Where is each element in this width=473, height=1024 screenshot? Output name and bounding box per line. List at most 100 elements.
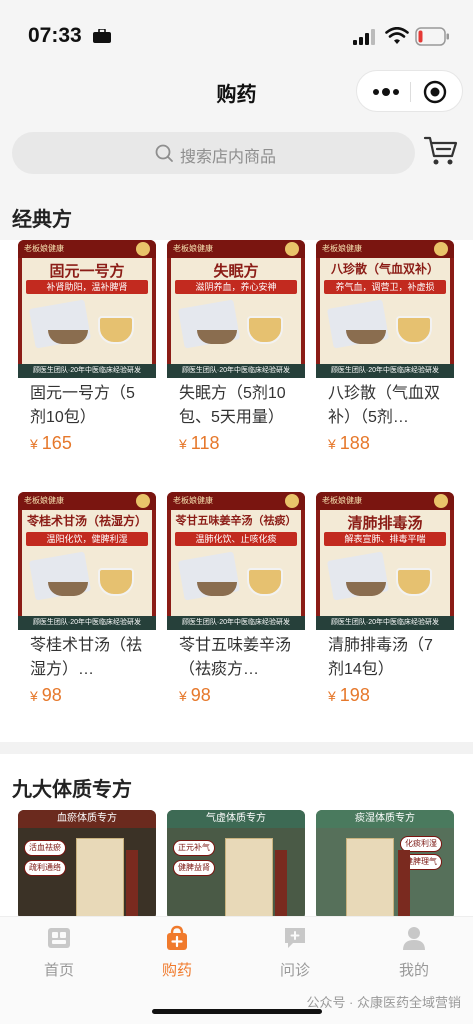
tab-home[interactable]: 首页 [19, 925, 99, 980]
product-image-subtitle: 温肺化饮、止咳化痰 [175, 532, 297, 546]
brand-logo: 老板娘健康 [173, 244, 213, 253]
medicine-box-icon [346, 838, 394, 920]
product-card[interactable]: 老板娘健康 失眠方 滋阴养血，养心安神 顾医生团队·20年中医临床经验研发 失眠… [167, 240, 305, 466]
medicine-bottle-icon [398, 850, 410, 920]
search-icon [155, 144, 173, 162]
product-image: 老板娘健康 清肺排毒汤 解表宣肺、排毒平喘 顾医生团队·20年中医临床经验研发 [316, 492, 454, 630]
constitution-card-header: 血瘀体质专方 [18, 810, 156, 828]
tea-cup-icon [247, 568, 283, 596]
medicine-bottle-icon [275, 850, 287, 920]
product-image: 老板娘健康 失眠方 滋阴养血，养心安神 顾医生团队·20年中医临床经验研发 [167, 240, 305, 378]
product-price: ¥188 [328, 433, 370, 453]
tab-label: 我的 [398, 962, 429, 979]
product-name: 苓甘五味姜辛汤（祛痰方… [179, 637, 292, 678]
tea-cup-icon [247, 316, 283, 344]
brand-logo: 老板娘健康 [24, 496, 64, 505]
product-image-footer: 顾医生团队·20年中医临床经验研发 [316, 364, 454, 378]
tea-cup-icon [98, 568, 134, 596]
product-name: 八珍散（气血双补）（5剂… [328, 385, 441, 426]
cart-icon[interactable] [423, 134, 459, 168]
product-card[interactable]: 老板娘健康 清肺排毒汤 解表宣肺、排毒平喘 顾医生团队·20年中医临床经验研发 … [316, 492, 454, 718]
search-input[interactable]: 搜索店内商品 [12, 132, 415, 174]
product-image-footer: 顾医生团队·20年中医临床经验研发 [316, 616, 454, 630]
battery-icon [415, 27, 449, 46]
product-image-subtitle: 滋阴养血，养心安神 [175, 280, 297, 294]
product-price: ¥98 [179, 685, 211, 705]
badge-icon [136, 494, 150, 508]
product-price: ¥165 [30, 433, 72, 453]
constitution-card[interactable]: 血瘀体质专方 活血祛瘀 疏利通络 [18, 810, 156, 920]
watermark: 公众号 · 众康医药全域营销 [306, 995, 461, 1010]
product-name: 苓桂术甘汤（祛湿方）… [30, 637, 143, 678]
product-image-footer: 顾医生团队·20年中医临床经验研发 [18, 616, 156, 630]
constitution-tag: 健脾益肾 [173, 860, 215, 876]
section-title-classic: 经典方 [12, 209, 72, 231]
section-divider [0, 742, 473, 754]
product-name: 清肺排毒汤（7剂14包） [328, 637, 433, 678]
home-indicator [152, 1009, 322, 1014]
badge-icon [285, 242, 299, 256]
constitution-card[interactable]: 气虚体质专方 正元补气 健脾益肾 [167, 810, 305, 920]
tab-label: 首页 [43, 962, 74, 979]
badge-icon [136, 242, 150, 256]
tea-cup-icon [98, 316, 134, 344]
product-image-title: 八珍散（气血双补） [330, 262, 439, 276]
brand-logo: 老板娘健康 [173, 496, 213, 505]
medicine-bottle-icon [126, 850, 138, 920]
brand-logo: 老板娘健康 [322, 244, 362, 253]
tab-consult[interactable]: 问诊 [255, 925, 335, 980]
product-image: 老板娘健康 八珍散（气血双补） 养气血，调营卫，补虚损 顾医生团队·20年中医临… [316, 240, 454, 378]
product-image-subtitle: 养气血，调营卫，补虚损 [324, 280, 446, 294]
user-icon [403, 927, 425, 950]
product-image-subtitle: 温阳化饮，健脾利湿 [26, 532, 148, 546]
product-name: 固元一号方（5剂10包） [30, 385, 135, 426]
tab-label: 购药 [161, 962, 192, 979]
product-image: 老板娘健康 固元一号方 补肾助阳，温补脾肾 顾医生团队·20年中医临床经验研发 [18, 240, 156, 378]
product-card[interactable]: 老板娘健康 苓甘五味姜辛汤（祛痰） 温肺化饮、止咳化痰 顾医生团队·20年中医临… [167, 492, 305, 718]
badge-icon [434, 242, 448, 256]
product-image-title: 清肺排毒汤 [347, 514, 423, 532]
product-image-footer: 顾医生团队·20年中医临床经验研发 [167, 616, 305, 630]
badge-icon [434, 494, 448, 508]
product-name: 失眠方（5剂10包、5天用量） [179, 385, 286, 426]
product-image-footer: 顾医生团队·20年中医临床经验研发 [18, 364, 156, 378]
product-image-title: 苓桂术甘汤（祛湿方） [26, 514, 147, 528]
brand-logo: 老板娘健康 [24, 244, 64, 253]
brand-logo: 老板娘健康 [322, 496, 362, 505]
constitution-tag: 疏利通络 [24, 860, 66, 876]
product-price: ¥198 [328, 685, 370, 705]
miniprogram-capsule [356, 70, 463, 112]
wifi-icon [385, 27, 409, 44]
section-title-constitution: 九大体质专方 [12, 779, 132, 801]
constitution-card[interactable]: 痰湿体质专方 化痰利湿 健脾理气 [316, 810, 454, 920]
product-card[interactable]: 老板娘健康 固元一号方 补肾助阳，温补脾肾 顾医生团队·20年中医临床经验研发 … [18, 240, 156, 466]
product-image-subtitle: 解表宣肺、排毒平喘 [324, 532, 446, 546]
signal-icon [353, 29, 375, 45]
close-miniprogram-icon[interactable] [423, 80, 447, 104]
more-icon[interactable] [371, 84, 401, 100]
tea-cup-icon [396, 568, 432, 596]
constitution-card-header: 痰湿体质专方 [316, 810, 454, 828]
product-image: 老板娘健康 苓桂术甘汤（祛湿方） 温阳化饮，健脾利湿 顾医生团队·20年中医临床… [18, 492, 156, 630]
product-image-title: 失眠方 [213, 262, 259, 280]
home-icon [48, 928, 70, 948]
product-card[interactable]: 老板娘健康 八珍散（气血双补） 养气血，调营卫，补虚损 顾医生团队·20年中医临… [316, 240, 454, 466]
product-image-subtitle: 补肾助阳，温补脾肾 [26, 280, 148, 294]
search-placeholder: 搜索店内商品 [180, 149, 277, 166]
status-time: 07:33 [28, 24, 82, 47]
constitution-tag: 活血祛瘀 [24, 840, 66, 856]
medicine-box-icon [225, 838, 273, 920]
product-price: ¥98 [30, 685, 62, 705]
chat-icon [285, 928, 305, 948]
tab-shop[interactable]: 购药 [137, 925, 217, 980]
tea-cup-icon [396, 316, 432, 344]
constitution-card-header: 气虚体质专方 [167, 810, 305, 828]
capsule-divider [410, 82, 411, 102]
constitution-tag: 正元补气 [173, 840, 215, 856]
product-price: ¥118 [179, 433, 220, 453]
tab-label: 问诊 [279, 962, 310, 979]
tab-profile[interactable]: 我的 [374, 925, 454, 980]
product-image-title: 固元一号方 [49, 262, 125, 280]
product-card[interactable]: 老板娘健康 苓桂术甘汤（祛湿方） 温阳化饮，健脾利湿 顾医生团队·20年中医临床… [18, 492, 156, 718]
product-image: 老板娘健康 苓甘五味姜辛汤（祛痰） 温肺化饮、止咳化痰 顾医生团队·20年中医临… [167, 492, 305, 630]
